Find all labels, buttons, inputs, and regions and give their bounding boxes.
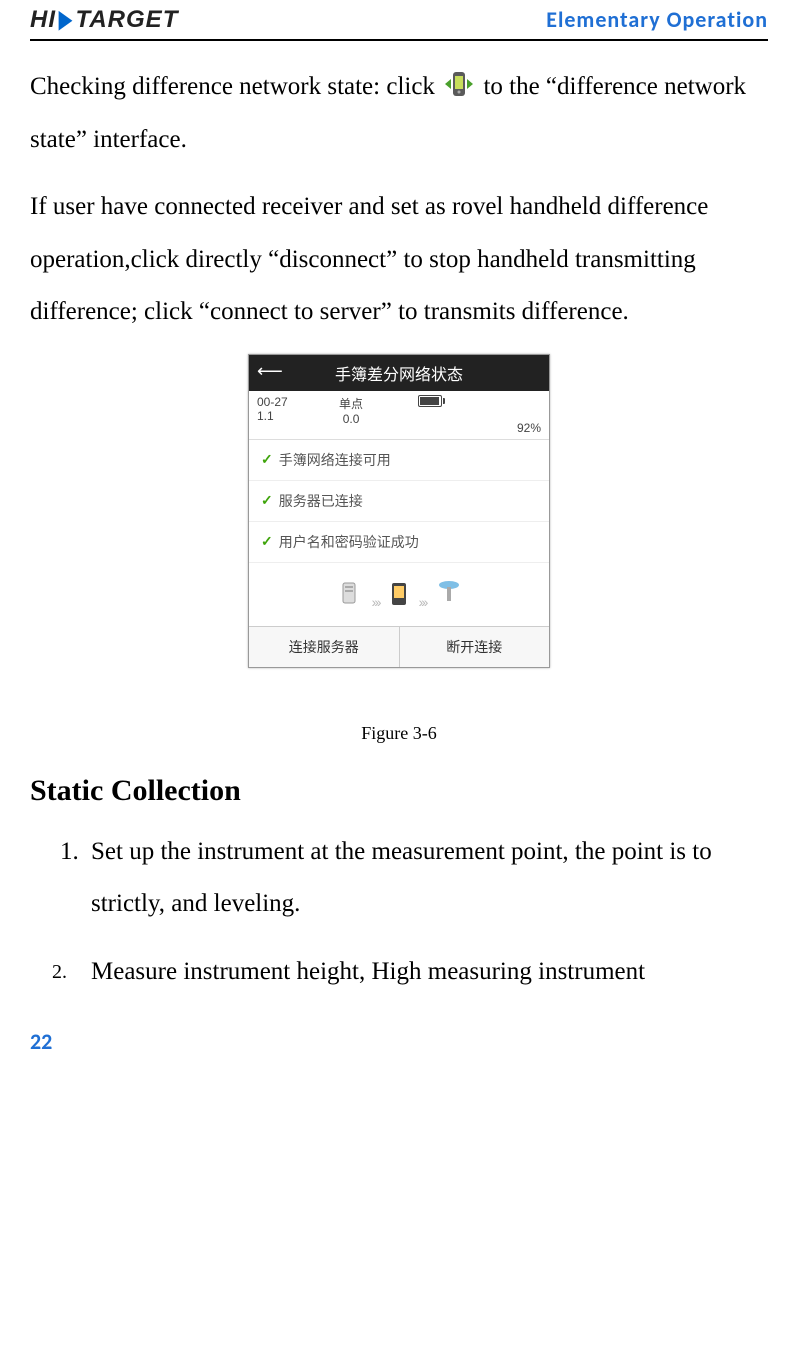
screenshot-buttons: 连接服务器 断开连接: [249, 626, 549, 667]
disconnect-button[interactable]: 断开连接: [400, 627, 550, 667]
list-item-2-text: Measure instrument height, High measurin…: [91, 958, 645, 985]
logo-triangle-icon: ▶: [59, 5, 73, 34]
figure-caption: Figure 3-6: [30, 723, 768, 744]
numbered-list: Set up the instrument at the measurement…: [30, 826, 768, 999]
logo-text-2: TARGET: [75, 6, 178, 33]
screenshot-title-bar: ⟵ 手簿差分网络状态: [249, 355, 549, 391]
device-arrows-icon: [441, 66, 477, 102]
handheld-icon: [388, 579, 410, 607]
screenshot-title: 手簿差分网络状态: [335, 367, 463, 384]
status-item-1: ✓ 手簿网络连接可用: [249, 440, 549, 481]
static-collection-heading: Static Collection: [30, 774, 768, 808]
chevron-right-icon: ›››: [418, 594, 426, 610]
status-item-2-text: 服务器已连接: [279, 491, 363, 511]
check-icon: ✓: [261, 492, 273, 509]
status-item-1-text: 手簿网络连接可用: [279, 450, 391, 470]
paragraph-2: If user have connected receiver and set …: [30, 181, 768, 339]
paragraph-1: Checking difference network state: click…: [30, 61, 768, 166]
list-item-1: Set up the instrument at the measurement…: [85, 826, 768, 931]
check-icon: ✓: [261, 533, 273, 550]
status-item-2: ✓ 服务器已连接: [249, 481, 549, 522]
antenna-icon: [435, 577, 463, 607]
logo-text-1: HI: [30, 6, 56, 33]
battery-icon: [418, 395, 442, 407]
page-header: HI▶TARGET Elementary Operation: [30, 0, 768, 41]
screenshot-status-bar: 00-27 1.1 单点 0.0 92%: [249, 391, 549, 440]
back-icon[interactable]: ⟵: [257, 361, 283, 382]
status-center-bot: 0.0: [288, 412, 415, 426]
status-right: 92%: [414, 395, 541, 435]
status-center-top: 单点: [288, 395, 415, 412]
brand-logo: HI▶TARGET: [30, 5, 178, 34]
paragraph-1-a: Checking difference network state: click: [30, 73, 441, 100]
connection-diagram: ››› ›››: [249, 563, 549, 626]
status-col1-bot: 1.1: [257, 409, 288, 423]
status-center: 单点 0.0: [288, 395, 415, 426]
chevron-right-icon: ›››: [372, 594, 380, 610]
status-col-1: 00-27 1.1: [257, 395, 288, 423]
page-number: 22: [30, 1028, 768, 1055]
app-screenshot: ⟵ 手簿差分网络状态 00-27 1.1 单点 0.0 92% ✓: [248, 354, 550, 668]
server-icon: [335, 579, 363, 607]
status-col1-top: 00-27: [257, 395, 288, 409]
battery-percent: 92%: [414, 421, 541, 435]
status-item-3: ✓ 用户名和密码验证成功: [249, 522, 549, 563]
figure-3-6: ⟵ 手簿差分网络状态 00-27 1.1 单点 0.0 92% ✓: [30, 354, 768, 744]
status-item-3-text: 用户名和密码验证成功: [279, 532, 419, 552]
section-title: Elementary Operation: [546, 6, 768, 33]
list-marker-2: 2.: [52, 951, 67, 993]
connect-server-button[interactable]: 连接服务器: [249, 627, 400, 667]
list-item-2: 2. Measure instrument height, High measu…: [85, 946, 768, 999]
check-icon: ✓: [261, 451, 273, 468]
